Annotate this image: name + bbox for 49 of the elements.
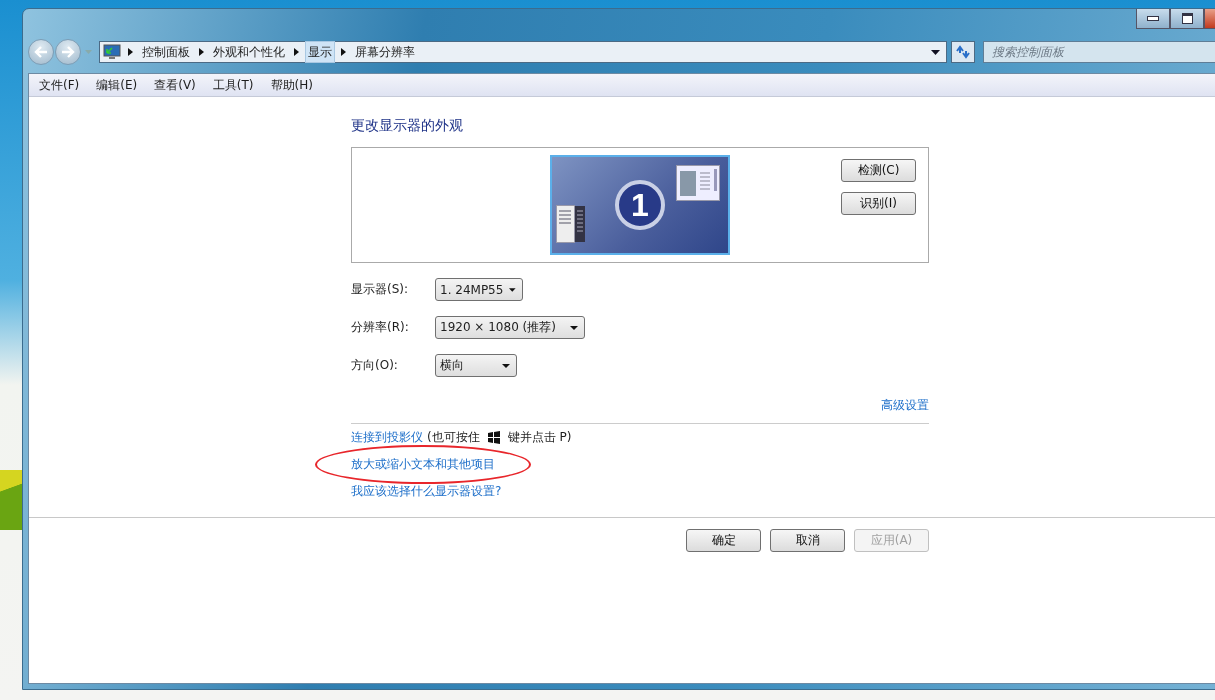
setting-label: 显示器(S): (351, 281, 410, 298)
setting-label: 方向(O): (351, 357, 399, 374)
projector-link[interactable]: 连接到投影仪 (351, 429, 423, 446)
help-link[interactable]: 我应该选择什么显示器设置? (351, 484, 502, 498)
caret-icon (570, 325, 578, 330)
address-bar[interactable]: 控制面板 外观和个性化 显示 屏幕分辨率 (99, 41, 947, 63)
breadcrumb[interactable]: 外观和个性化 (211, 42, 287, 62)
caret-icon (502, 363, 510, 368)
document-thumbnail-icon (556, 205, 586, 243)
menu-item[interactable]: 编辑(E) (96, 76, 138, 94)
maximize-button[interactable] (1170, 9, 1204, 29)
menu-item[interactable]: 文件(F) (39, 76, 80, 94)
minimize-button[interactable] (1136, 9, 1170, 29)
window-thumbnail-icon (676, 165, 720, 201)
back-arrow-icon (34, 46, 48, 58)
chevron-icon[interactable] (294, 48, 299, 56)
dialog-button[interactable]: 取消 (770, 529, 845, 552)
chevron-icon[interactable] (341, 48, 346, 56)
forward-arrow-icon (61, 46, 75, 58)
windows-logo-icon (486, 431, 501, 444)
back-button[interactable] (28, 39, 54, 65)
menu-item[interactable]: 帮助(H) (270, 76, 313, 94)
breadcrumb[interactable]: 显示 (306, 42, 334, 62)
page-heading: 更改显示器的外观 (351, 117, 464, 135)
menu-item[interactable]: 查看(V) (154, 76, 196, 94)
dropdown[interactable]: 1920 × 1080 (推荐) (435, 316, 585, 339)
advanced-settings-link[interactable]: 高级设置 (881, 397, 929, 414)
dialog-button[interactable]: 确定 (686, 529, 761, 552)
dropdown-caret-icon[interactable] (931, 49, 940, 55)
monitor-preview[interactable]: 1 (550, 155, 730, 255)
dropdown[interactable]: 1. 24MP55 (435, 278, 523, 301)
forward-button[interactable] (55, 39, 81, 65)
monitor-number: 1 (615, 180, 665, 230)
chevron-icon[interactable] (199, 48, 204, 56)
hint-text: (也可按住 (427, 429, 480, 446)
breadcrumb[interactable]: 屏幕分辨率 (353, 42, 417, 62)
refresh-button[interactable] (951, 41, 975, 63)
dialog-button[interactable]: 识别(I) (841, 192, 916, 215)
dialog-button[interactable]: 检测(C) (841, 159, 916, 182)
caret-icon (509, 287, 516, 292)
control-panel-icon (103, 44, 121, 60)
search-field[interactable]: 搜索控制面板 (983, 41, 1215, 63)
chevron-icon[interactable] (128, 48, 133, 56)
help-link[interactable]: 放大或缩小文本和其他项目 (351, 457, 495, 471)
breadcrumb[interactable]: 控制面板 (140, 42, 192, 62)
menu-item[interactable]: 工具(T) (212, 76, 254, 94)
hint-text: 键并点击 P) (507, 429, 572, 446)
dropdown[interactable]: 横向 (435, 354, 517, 377)
setting-label: 分辨率(R): (351, 319, 410, 336)
